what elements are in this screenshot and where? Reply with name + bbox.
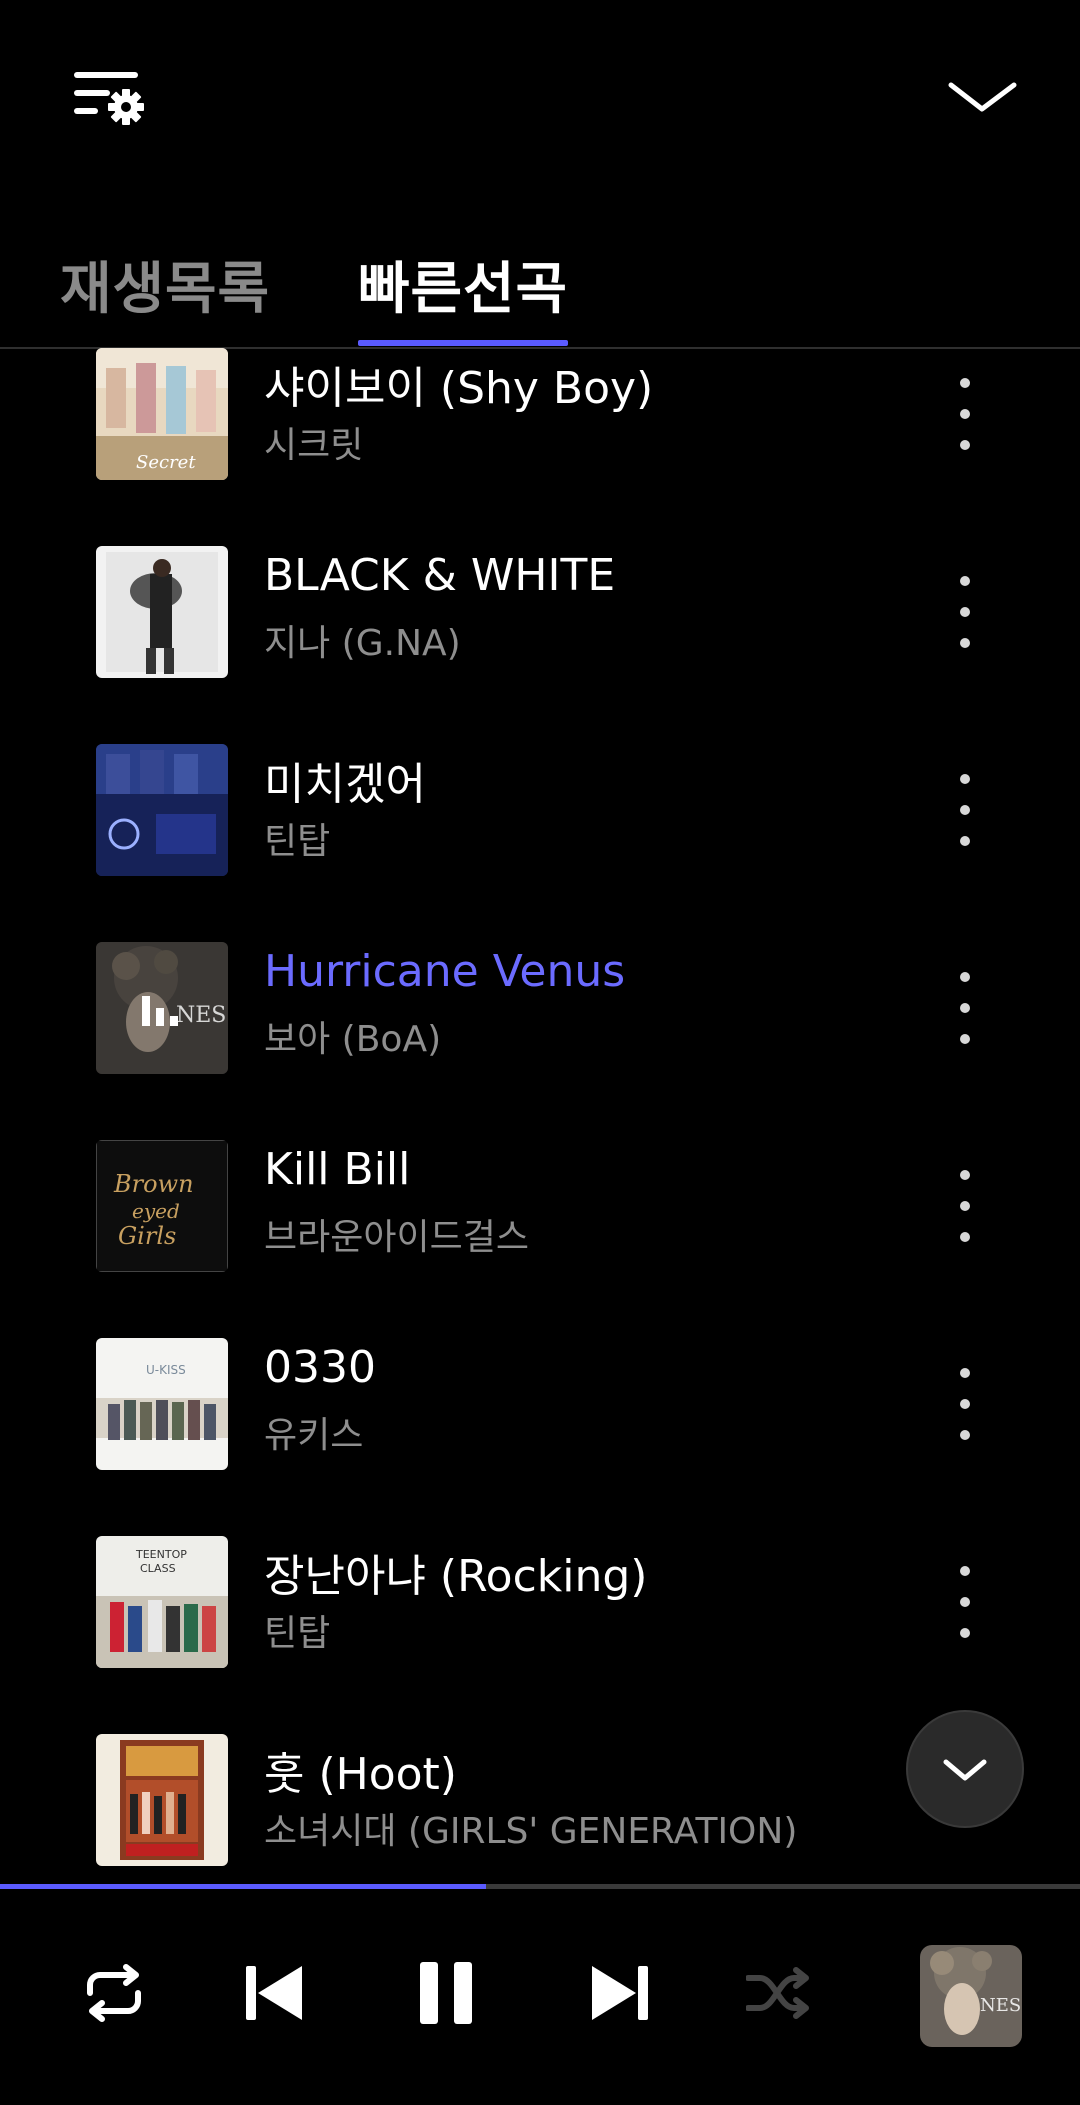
track-title: Kill Bill bbox=[264, 1144, 411, 1195]
track-artist: 시크릿 bbox=[264, 425, 364, 466]
svg-text:CLASS: CLASS bbox=[140, 1562, 176, 1575]
next-button[interactable] bbox=[582, 1955, 658, 2031]
track-row-now-playing[interactable]: NES Hurricane Venus 보아 (BoA) bbox=[0, 942, 1080, 1140]
svg-text:eyed: eyed bbox=[132, 1199, 180, 1223]
track-artist: 소녀시대 (GIRLS' GENERATION) bbox=[264, 1811, 798, 1852]
tab-playlist[interactable]: 재생목록 bbox=[60, 244, 270, 325]
chevron-down-icon bbox=[943, 1759, 987, 1781]
svg-text:U-KISS: U-KISS bbox=[146, 1363, 186, 1377]
chevron-down-icon bbox=[948, 82, 1017, 112]
track-artist: 지나 (G.NA) bbox=[264, 623, 461, 664]
more-options-icon[interactable] bbox=[950, 1368, 980, 1440]
track-row[interactable]: Secret 샤이보이 (Shy Boy) 시크릿 bbox=[0, 348, 1080, 546]
more-options-icon[interactable] bbox=[950, 1170, 980, 1242]
pause-button[interactable] bbox=[406, 1953, 486, 2033]
track-title: BLACK & WHITE bbox=[264, 550, 616, 601]
track-artist: 틴탑 bbox=[264, 1613, 331, 1654]
more-options-icon[interactable] bbox=[950, 576, 980, 648]
more-options-icon[interactable] bbox=[950, 774, 980, 846]
track-title: 훗 (Hoot) bbox=[264, 1749, 457, 1800]
svg-text:Brown: Brown bbox=[113, 1170, 194, 1198]
track-row[interactable]: U-KISS 0330 유키스 bbox=[0, 1338, 1080, 1536]
svg-text:TEENTOP: TEENTOP bbox=[135, 1548, 187, 1561]
previous-icon bbox=[246, 1966, 302, 2020]
previous-button[interactable] bbox=[236, 1955, 312, 2031]
queue-settings-icon bbox=[74, 72, 144, 125]
track-row[interactable]: BLACK & WHITE 지나 (G.NA) bbox=[0, 546, 1080, 744]
pause-icon bbox=[420, 1962, 472, 2024]
album-art bbox=[96, 744, 228, 876]
equalizer-playing-icon bbox=[142, 996, 178, 1026]
track-artist: 틴탑 bbox=[264, 821, 331, 862]
svg-text:Secret: Secret bbox=[136, 452, 196, 473]
track-artist: 유키스 bbox=[264, 1415, 364, 1456]
shuffle-button[interactable] bbox=[740, 1955, 816, 2031]
album-art: U-KISS bbox=[96, 1338, 228, 1470]
track-title: Hurricane Venus bbox=[264, 946, 626, 997]
shuffle-icon bbox=[746, 1967, 809, 2019]
top-bar bbox=[0, 0, 1080, 200]
track-title: 샤이보이 (Shy Boy) bbox=[264, 363, 654, 414]
now-playing-album-art[interactable]: NES bbox=[920, 1945, 1022, 2047]
player-controls: NES bbox=[0, 1889, 1080, 2105]
album-art bbox=[96, 1734, 228, 1866]
album-art: Brown eyed Girls bbox=[96, 1140, 228, 1272]
track-row[interactable]: Brown eyed Girls Kill Bill 브라운아이드걸스 bbox=[0, 1140, 1080, 1338]
track-title: 장난아냐 (Rocking) bbox=[264, 1551, 648, 1602]
repeat-button[interactable] bbox=[76, 1955, 152, 2031]
album-art: NES bbox=[96, 942, 228, 1074]
track-list[interactable]: Secret 샤이보이 (Shy Boy) 시크릿 BLACK & WHITE … bbox=[0, 348, 1080, 1884]
queue-settings-button[interactable] bbox=[70, 68, 150, 132]
more-options-icon[interactable] bbox=[950, 972, 980, 1044]
tab-bar: 재생목록 빠른선곡 bbox=[0, 230, 1080, 349]
track-title: 0330 bbox=[264, 1342, 376, 1393]
track-row[interactable]: 미치겠어 틴탑 bbox=[0, 744, 1080, 942]
track-title: 미치겠어 bbox=[264, 759, 426, 810]
collapse-player-button[interactable] bbox=[945, 75, 1020, 120]
active-tab-indicator bbox=[358, 340, 568, 346]
svg-text:Girls: Girls bbox=[118, 1222, 176, 1250]
tab-quick-select[interactable]: 빠른선곡 bbox=[358, 244, 568, 325]
album-art bbox=[96, 546, 228, 678]
track-artist: 브라운아이드걸스 bbox=[264, 1217, 529, 1258]
more-options-icon[interactable] bbox=[950, 378, 980, 450]
scroll-to-current-button[interactable] bbox=[906, 1710, 1024, 1828]
svg-text:NES: NES bbox=[980, 1995, 1021, 2016]
next-icon bbox=[592, 1966, 648, 2020]
more-options-icon[interactable] bbox=[950, 1566, 980, 1638]
album-art: TEENTOP CLASS bbox=[96, 1536, 228, 1668]
album-art: Secret bbox=[96, 348, 228, 480]
track-row[interactable]: TEENTOP CLASS 장난아냐 (Rocking) 틴탑 bbox=[0, 1536, 1080, 1734]
track-artist: 보아 (BoA) bbox=[264, 1019, 442, 1060]
repeat-icon bbox=[87, 1964, 141, 2022]
